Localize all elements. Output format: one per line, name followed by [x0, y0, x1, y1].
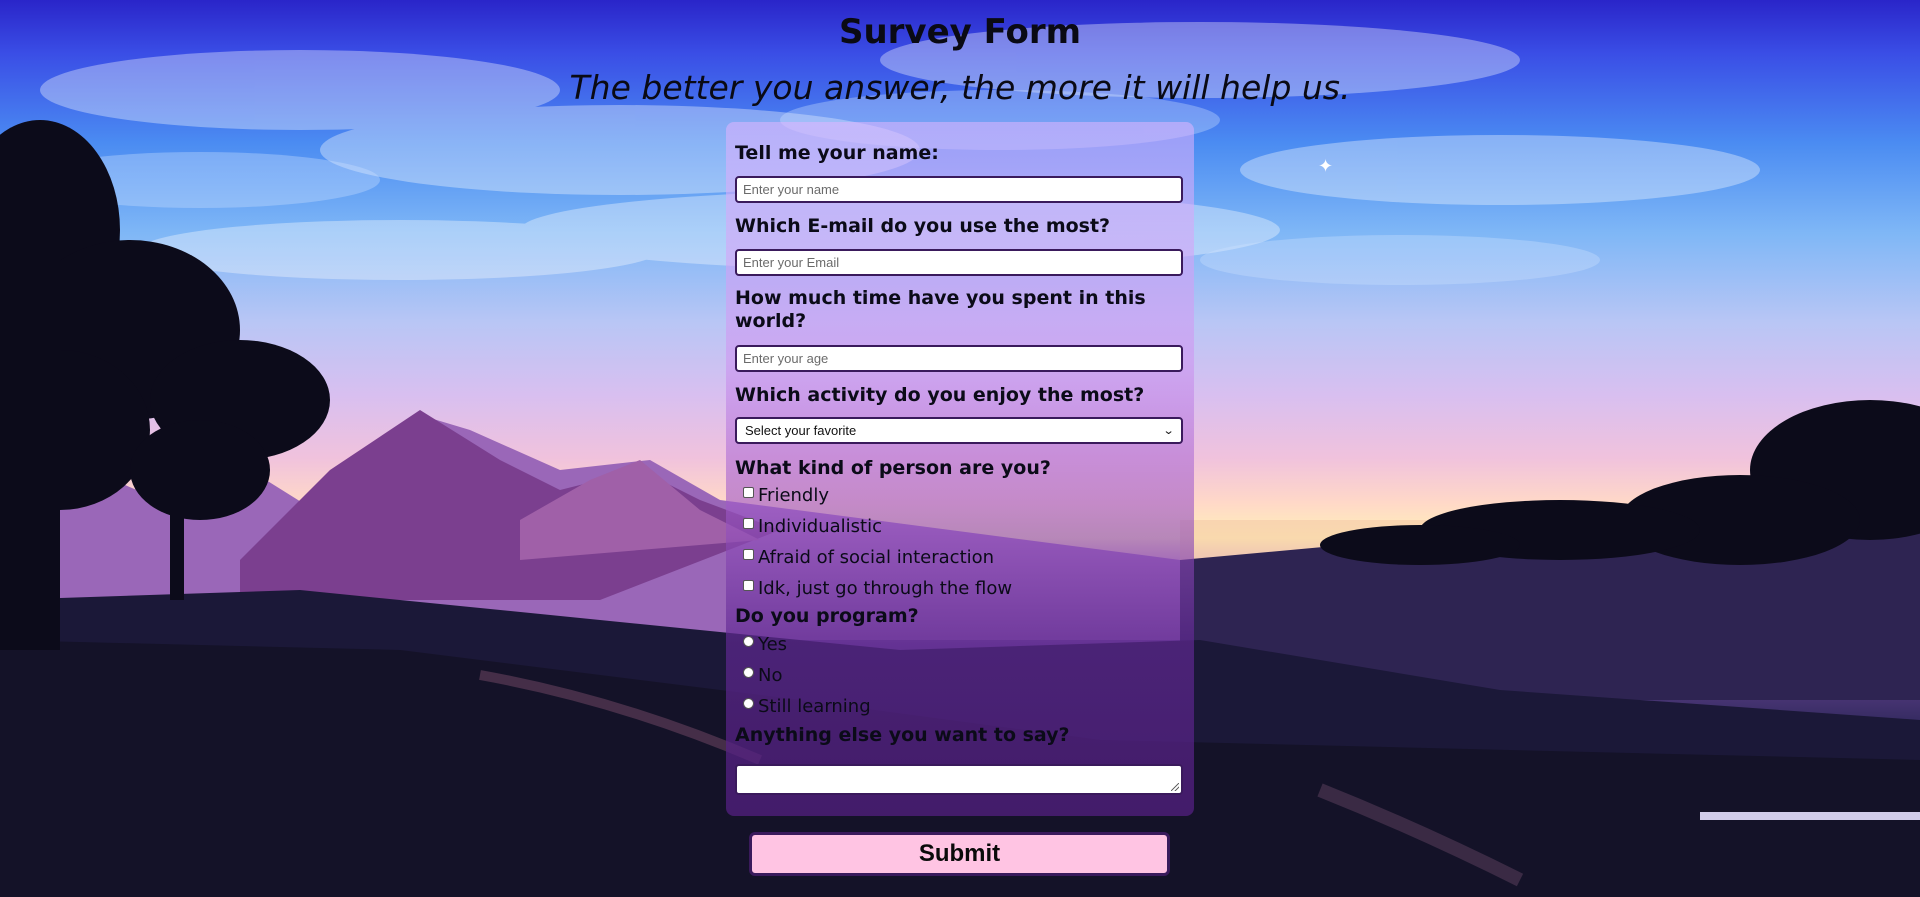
age-input[interactable]	[735, 345, 1183, 372]
chevron-down-icon: ⌄	[1162, 425, 1175, 437]
program-label: Do you program?	[735, 605, 919, 627]
name-input[interactable]	[735, 176, 1183, 203]
option-label: Yes	[758, 633, 788, 655]
radio-icon[interactable]	[743, 697, 754, 709]
radio-no[interactable]: No	[743, 664, 782, 686]
checkbox-icon[interactable]	[743, 486, 754, 498]
checkbox-icon[interactable]	[743, 548, 754, 560]
radio-icon[interactable]	[743, 635, 754, 647]
name-label: Tell me your name:	[735, 142, 939, 164]
comments-textarea[interactable]	[735, 764, 1183, 795]
radio-icon[interactable]	[743, 666, 754, 678]
checkbox-icon[interactable]	[743, 517, 754, 529]
checkbox-afraid[interactable]: Afraid of social interaction	[743, 546, 994, 568]
svg-text:✦: ✦	[1318, 156, 1333, 177]
activity-dropdown[interactable]: Select your favorite ⌄	[735, 417, 1183, 444]
email-label: Which E-mail do you use the most?	[735, 215, 1111, 237]
option-label: Idk, just go through the flow	[758, 577, 1013, 599]
checkbox-icon[interactable]	[743, 579, 754, 591]
radio-still-learning[interactable]: Still learning	[743, 695, 871, 717]
option-label: Friendly	[758, 484, 830, 506]
checkbox-friendly[interactable]: Friendly	[743, 484, 829, 506]
email-input[interactable]	[735, 249, 1183, 276]
option-label: Individualistic	[758, 515, 882, 537]
survey-form: Tell me your name: Which E-mail do you u…	[726, 122, 1194, 816]
checkbox-individualistic[interactable]: Individualistic	[743, 515, 882, 537]
age-label: How much time have you spent in this wor…	[735, 287, 1146, 332]
activity-label: Which activity do you enjoy the most?	[735, 384, 1145, 406]
checkbox-idk[interactable]: Idk, just go through the flow	[743, 577, 1012, 599]
page-description: The better you answer, the more it will …	[569, 68, 1351, 107]
option-label: Afraid of social interaction	[758, 546, 995, 568]
radio-yes[interactable]: Yes	[743, 633, 787, 655]
submit-button[interactable]: Submit	[749, 832, 1170, 876]
option-label: No	[758, 664, 783, 686]
resize-grip-icon[interactable]	[1171, 783, 1179, 791]
comments-label: Anything else you want to say?	[735, 724, 1070, 746]
person-label: What kind of person are you?	[735, 457, 1051, 479]
page-title: Survey Form	[838, 12, 1082, 52]
option-label: Still learning	[758, 695, 871, 717]
activity-selected-value: Select your favorite	[745, 423, 857, 438]
